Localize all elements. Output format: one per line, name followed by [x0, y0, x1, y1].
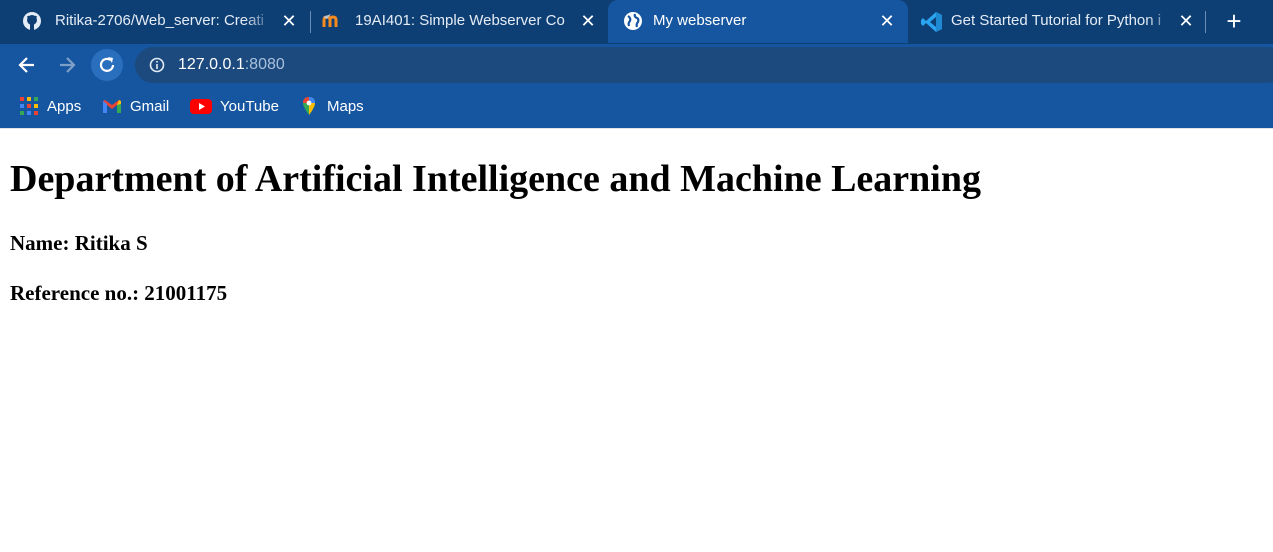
url-host: 127.0.0.1 — [178, 56, 245, 73]
moodle-icon — [322, 11, 342, 31]
gmail-icon — [102, 96, 122, 116]
tab-separator — [1205, 11, 1206, 33]
close-tab-icon[interactable]: ✕ — [1176, 11, 1196, 31]
url-text: 127.0.0.1:8080 — [178, 56, 285, 74]
tab-title-fade — [245, 6, 275, 36]
tab-strip: Ritika-2706/Web_server: Creating ✕ 19AI4… — [0, 0, 1273, 44]
back-button[interactable] — [11, 49, 43, 81]
reload-icon — [99, 57, 115, 72]
apps-grid-icon — [19, 96, 39, 116]
close-tab-icon[interactable]: ✕ — [877, 11, 897, 31]
globe-icon — [623, 11, 643, 31]
tab-vscode-tutorial[interactable]: Get Started Tutorial for Python in ✕ — [908, 0, 1208, 43]
browser-toolbar: 127.0.0.1:8080 — [0, 44, 1273, 86]
address-bar[interactable]: 127.0.0.1:8080 — [135, 47, 1273, 83]
reference-number: Reference no.: 21001175 — [10, 281, 228, 305]
close-tab-icon[interactable]: ✕ — [279, 11, 299, 31]
arrow-left-icon — [18, 57, 34, 73]
bookmark-gmail[interactable]: Gmail — [102, 96, 169, 116]
bookmark-label: Maps — [327, 97, 364, 115]
tab-moodle[interactable]: 19AI401: Simple Webserver Code ✕ — [300, 0, 606, 43]
bookmark-label: Gmail — [130, 97, 170, 115]
bookmark-apps[interactable]: Apps — [19, 96, 81, 116]
tab-github[interactable]: Ritika-2706/Web_server: Creating ✕ — [0, 0, 306, 43]
youtube-icon — [190, 96, 212, 116]
bookmarks-bar: Apps Gmail YouTube Maps — [0, 86, 1273, 128]
reload-button[interactable] — [91, 49, 123, 81]
bookmark-label: Apps — [47, 97, 82, 115]
toolbar-divider — [0, 128, 1273, 129]
url-port: :8080 — [244, 56, 285, 73]
tab-title: 19AI401: Simple Webserver Code — [355, 12, 565, 29]
tab-my-webserver[interactable]: My webserver ✕ — [608, 0, 908, 43]
bookmark-youtube[interactable]: YouTube — [190, 96, 279, 116]
bookmark-label: YouTube — [220, 97, 279, 115]
site-info-icon[interactable] — [149, 57, 165, 73]
new-tab-button[interactable]: + — [1221, 8, 1247, 35]
vscode-icon — [921, 11, 942, 32]
close-tab-icon[interactable]: ✕ — [578, 11, 598, 31]
tab-title: My webserver — [653, 12, 747, 29]
bookmark-maps[interactable]: Maps — [299, 96, 364, 116]
forward-button[interactable] — [51, 49, 83, 81]
tab-title-fade — [1146, 6, 1176, 36]
tab-title: Ritika-2706/Web_server: Creating — [55, 12, 265, 29]
tab-title: Get Started Tutorial for Python in — [951, 12, 1161, 29]
github-icon — [22, 11, 42, 31]
maps-icon — [299, 96, 319, 116]
page-heading: Department of Artificial Intelligence an… — [10, 158, 981, 200]
arrow-right-icon — [60, 57, 76, 73]
student-name: Name: Ritika S — [10, 231, 148, 255]
